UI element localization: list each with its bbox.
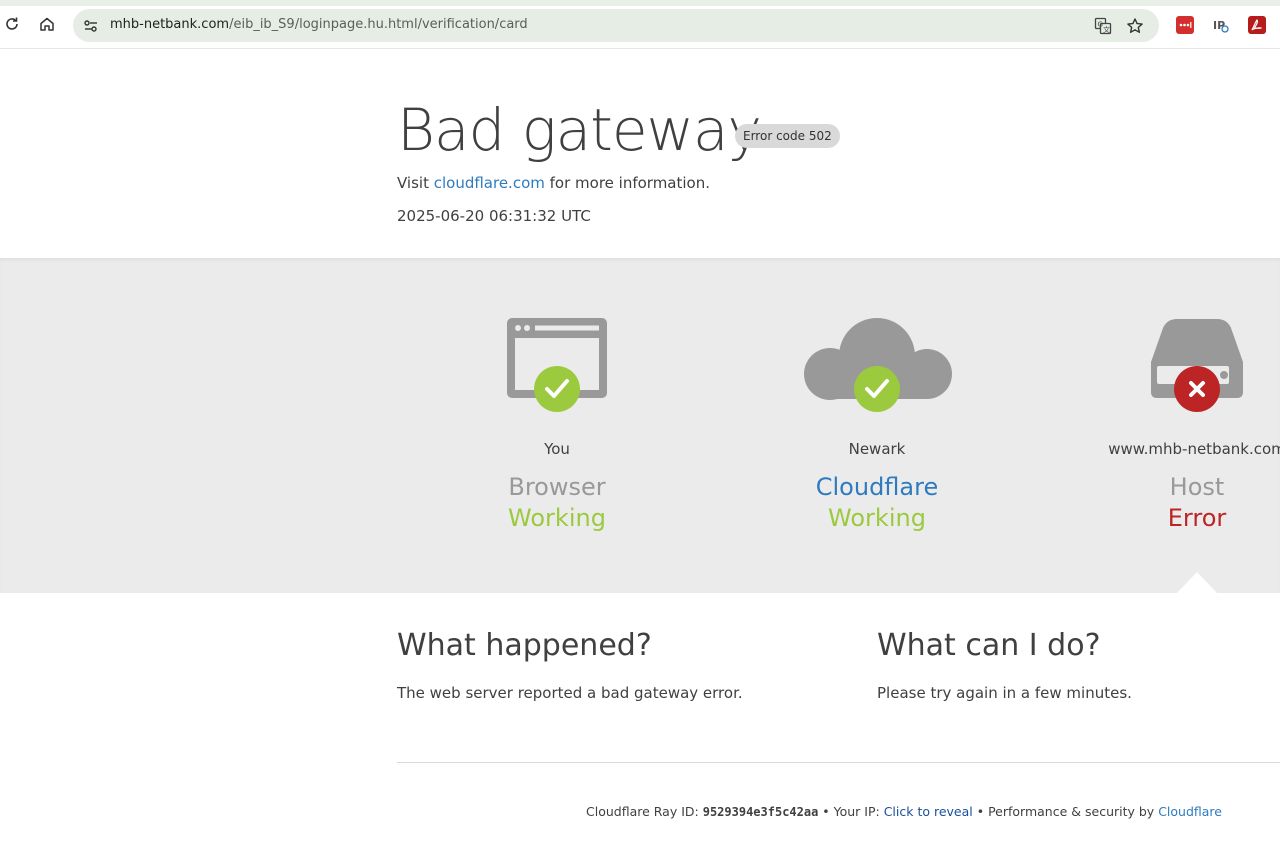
browser-icon bbox=[447, 316, 667, 416]
node-status: Error bbox=[1167, 504, 1227, 532]
node-name: Cloudflare bbox=[815, 473, 939, 501]
tab-strip-edge bbox=[0, 0, 1280, 6]
translate-icon[interactable]: G文 bbox=[1093, 16, 1113, 36]
visit-prefix: Visit bbox=[397, 174, 434, 192]
home-icon[interactable] bbox=[35, 12, 59, 36]
footer: Cloudflare Ray ID: 9529394e3f5c42aa • Yo… bbox=[586, 804, 1222, 819]
bookmark-star-icon[interactable] bbox=[1125, 16, 1145, 36]
visit-suffix: for more information. bbox=[544, 174, 710, 192]
node-cloudflare: Newark Cloudflare Working bbox=[767, 258, 987, 593]
node-name: Host bbox=[1169, 473, 1225, 501]
extension-lastpass-icon[interactable] bbox=[1176, 16, 1194, 34]
reveal-ip-button[interactable]: Click to reveal bbox=[884, 804, 973, 819]
footer-cloudflare-link[interactable]: Cloudflare bbox=[1158, 804, 1222, 819]
svg-text:文: 文 bbox=[1103, 25, 1110, 34]
ok-check-badge bbox=[534, 366, 580, 412]
node-location: Newark bbox=[848, 440, 906, 458]
ok-check-badge bbox=[854, 366, 900, 412]
page-title: Bad gateway bbox=[397, 96, 762, 164]
what-happened-heading: What happened? bbox=[397, 628, 652, 663]
error-pointer-arrow bbox=[1177, 572, 1217, 593]
node-location: You bbox=[544, 440, 570, 458]
what-can-i-do-heading: What can I do? bbox=[877, 628, 1101, 663]
extension-pdf-icon[interactable] bbox=[1248, 16, 1266, 34]
ray-id-label: Cloudflare Ray ID: bbox=[586, 804, 703, 819]
error-timestamp: 2025-06-20 06:31:32 UTC bbox=[397, 207, 591, 225]
browser-toolbar: mhb-netbank.com/eib_ib_S9/loginpage.hu.h… bbox=[0, 0, 1280, 49]
reload-icon[interactable] bbox=[0, 12, 24, 36]
address-bar[interactable]: mhb-netbank.com/eib_ib_S9/loginpage.hu.h… bbox=[73, 9, 1159, 42]
url-path: /eib_ib_S9/loginpage.hu.html/verificatio… bbox=[229, 17, 528, 32]
svg-text:IP: IP bbox=[1213, 19, 1225, 32]
cloud-icon bbox=[767, 316, 987, 416]
error-header: Bad gateway Error code 502 Visit cloudfl… bbox=[0, 49, 1280, 258]
error-code-badge: Error code 502 bbox=[735, 124, 840, 148]
visit-line: Visit cloudflare.com for more informatio… bbox=[397, 174, 710, 192]
what-can-i-do-text: Please try again in a few minutes. bbox=[877, 684, 1132, 702]
url-text[interactable]: mhb-netbank.com/eib_ib_S9/loginpage.hu.h… bbox=[110, 17, 528, 32]
node-status: Working bbox=[828, 504, 926, 532]
footer-sep-ip: • Your IP: bbox=[818, 804, 884, 819]
url-host: mhb-netbank.com bbox=[110, 17, 230, 32]
extension-ip-icon[interactable]: IP bbox=[1212, 16, 1230, 34]
status-band: You Browser Working Newark Cloudflare Wo… bbox=[0, 258, 1280, 593]
what-happened-text: The web server reported a bad gateway er… bbox=[397, 684, 743, 702]
cloudflare-link[interactable]: cloudflare.com bbox=[434, 174, 545, 192]
site-settings-icon[interactable] bbox=[82, 17, 100, 35]
ray-id-value: 9529394e3f5c42aa bbox=[702, 805, 819, 819]
node-host: www.mhb-netbank.com Host Error bbox=[1087, 258, 1280, 593]
node-browser: You Browser Working bbox=[447, 258, 667, 593]
server-icon bbox=[1087, 316, 1280, 416]
node-name: Browser bbox=[508, 473, 606, 501]
footer-divider bbox=[397, 762, 1280, 763]
footer-sep-perf: • Performance & security by bbox=[972, 804, 1159, 819]
node-status: Working bbox=[508, 504, 606, 532]
node-location: www.mhb-netbank.com bbox=[1108, 440, 1280, 458]
